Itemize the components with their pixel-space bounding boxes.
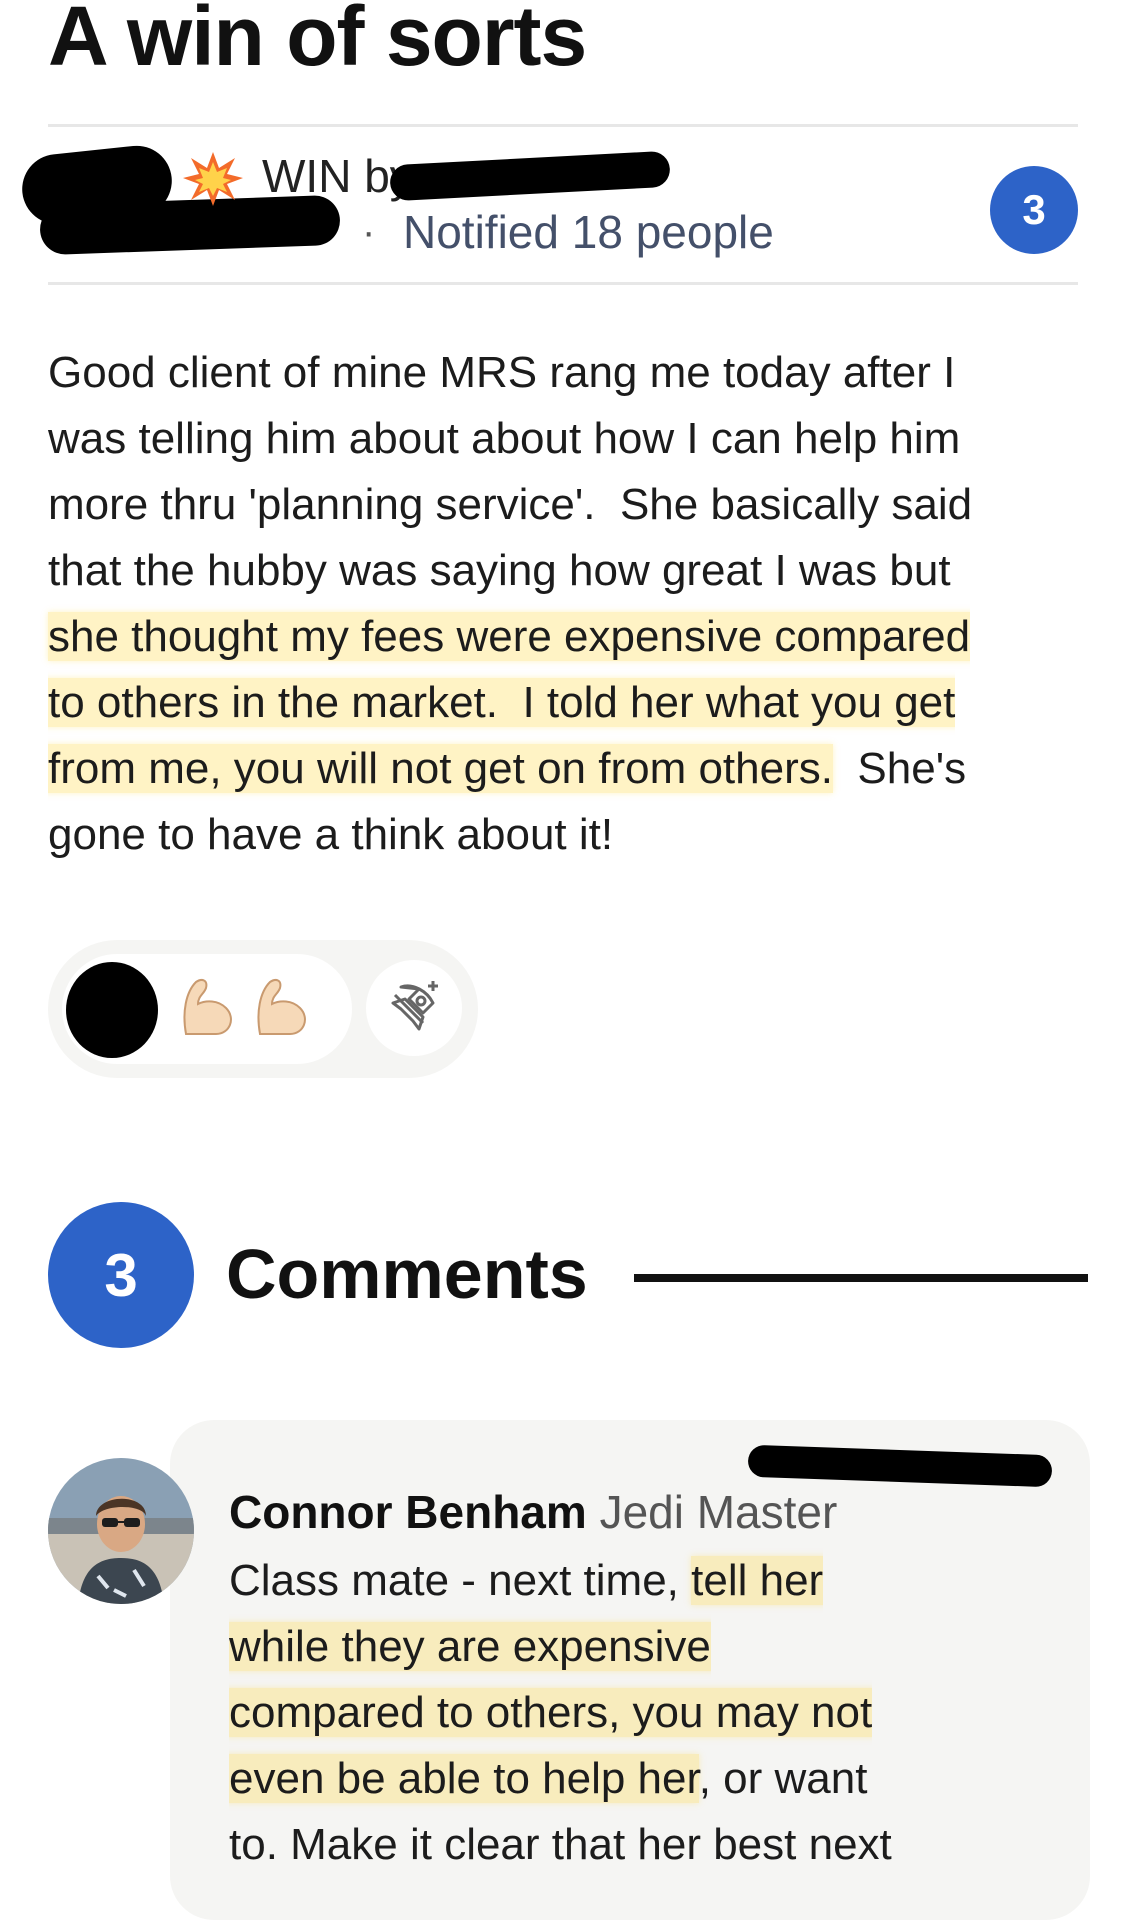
flexed-biceps-icon [257, 979, 306, 1035]
comment-author-rank: Jedi Master [599, 1486, 838, 1538]
avatar[interactable] [48, 1458, 194, 1604]
add-reaction-button[interactable] [366, 960, 462, 1056]
post-body-text: Good client of mine MRS rang me today af… [48, 348, 973, 595]
post-body: Good client of mine MRS rang me today af… [48, 340, 1098, 868]
comment-author[interactable]: Connor Benham [229, 1486, 587, 1538]
header-divider-top [48, 124, 1078, 127]
redacted-win-author [389, 150, 671, 202]
header-divider-bottom [48, 282, 1078, 285]
comment-count-badge[interactable]: 3 [990, 166, 1078, 254]
comment-header: Connor Benham Jedi Master [229, 1482, 837, 1542]
comment-body-text: Class mate - next time, [229, 1556, 692, 1605]
comments-heading-rule [634, 1274, 1088, 1282]
collision-icon [183, 152, 243, 206]
comments-count-badge: 3 [48, 1202, 194, 1348]
redacted-reactor-avatar [66, 962, 158, 1058]
comments-heading: Comments [226, 1235, 588, 1313]
rocket-add-reaction-icon [391, 981, 438, 1031]
comment-body: Class mate - next time, tell her while t… [229, 1548, 1069, 1878]
post-title: A win of sorts [48, 0, 587, 83]
flexed-biceps-icon [183, 979, 232, 1035]
meta-separator: · [362, 210, 376, 254]
post-body-highlight: she thought my fees were expensive compa… [48, 612, 971, 793]
notified-count: Notified 18 people [403, 206, 774, 258]
